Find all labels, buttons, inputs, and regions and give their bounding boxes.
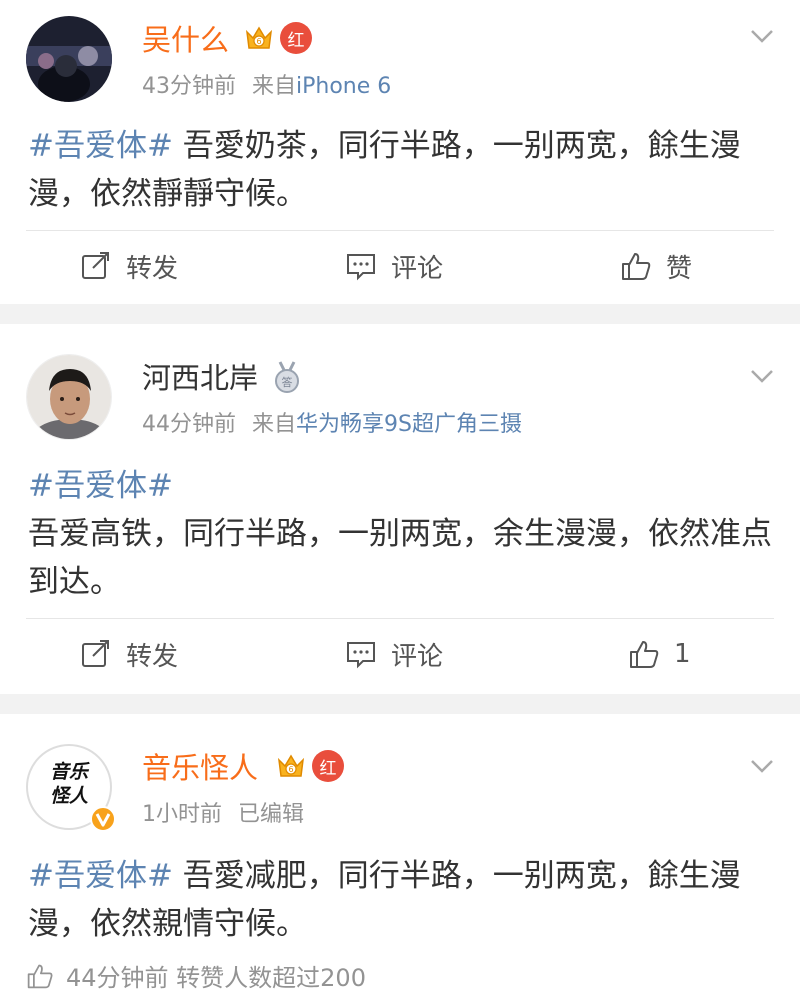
vip-crown-icon[interactable]: 6: [244, 22, 274, 54]
edited-label: 已编辑: [238, 802, 305, 827]
like-icon[interactable]: [26, 962, 54, 990]
source-prefix: 来自: [252, 412, 297, 437]
post-source[interactable]: iPhone 6: [296, 74, 391, 99]
like-label: 赞: [666, 253, 693, 284]
comment-label: 评论: [391, 253, 444, 284]
hashtag-link[interactable]: #吾爱体#: [28, 128, 173, 164]
comment-icon: [347, 642, 375, 669]
username[interactable]: 吴什么: [142, 22, 229, 58]
svg-text:答: 答: [282, 375, 293, 389]
comment-button[interactable]: 评论: [345, 236, 443, 296]
medal-icon[interactable]: 答: [272, 360, 302, 394]
avatar[interactable]: [26, 16, 112, 102]
badges: 6 红: [276, 750, 344, 782]
vip-crown-icon[interactable]: 6: [276, 750, 306, 782]
feed-post-2: 河西北岸 答 44分钟前 来自华为畅享9S超广角三摄 #吾爱体# 吾爱高铁，同行半…: [0, 324, 800, 694]
username[interactable]: 音乐怪人: [142, 750, 258, 786]
post-source[interactable]: 华为畅享9S超广角三摄: [296, 412, 522, 437]
svg-text:6: 6: [256, 37, 261, 46]
like-button[interactable]: 1: [628, 624, 691, 684]
hong-badge-icon[interactable]: 红: [312, 750, 344, 782]
repost-label: 转发: [126, 641, 179, 672]
verified-v-icon: [90, 806, 116, 832]
divider: [26, 230, 774, 231]
like-count: 1: [674, 639, 691, 669]
hashtag-link[interactable]: #吾爱体#: [28, 858, 173, 894]
post-time: 43分钟前: [142, 74, 236, 99]
post-content: #吾爱体# 吾爱高铁，同行半路，一别两宽，余生漫漫，依然准点到达。: [28, 462, 773, 606]
username[interactable]: 河西北岸: [142, 360, 258, 396]
post-meta: 1小时前 已编辑: [142, 796, 304, 828]
repost-label: 转发: [126, 253, 179, 284]
action-bar: 转发 评论 赞: [0, 236, 800, 296]
avatar-logo: 音乐 怪人: [28, 760, 110, 808]
svg-text:6: 6: [288, 765, 293, 774]
avatar-logo-line-1: 音乐: [49, 761, 88, 783]
divider: [26, 618, 774, 619]
source-prefix: 来自: [252, 74, 297, 99]
badges: 答: [272, 360, 302, 394]
badges: 6 红: [244, 22, 312, 54]
repost-button[interactable]: 转发: [80, 236, 178, 296]
post-separator: [0, 694, 800, 714]
like-icon: [630, 641, 659, 668]
hong-badge-icon[interactable]: 红: [280, 22, 312, 54]
like-summary: 44分钟前 转赞人数超过200: [26, 958, 366, 993]
feed-post-1: 吴什么 6 红 43分钟前 来自iPhone 6 #吾爱体# 吾愛奶茶，同行半路，…: [0, 0, 800, 304]
repost-icon: [82, 640, 109, 667]
repost-button[interactable]: 转发: [80, 624, 178, 684]
post-content: #吾爱体# 吾愛减肥，同行半路，一别两宽，餘生漫漫，依然親情守候。: [28, 852, 773, 948]
like-icon: [622, 253, 651, 280]
post-text: 吾爱高铁，同行半路，一别两宽，余生漫漫，依然准点到达。: [28, 516, 772, 600]
comment-icon: [347, 254, 375, 281]
post-time: 1小时前: [142, 802, 222, 827]
chevron-down-icon[interactable]: [750, 758, 774, 774]
post-time: 44分钟前: [142, 412, 236, 437]
post-content: #吾爱体# 吾愛奶茶，同行半路，一别两宽，餘生漫漫，依然靜靜守候。: [28, 122, 773, 218]
post-separator: [0, 304, 800, 324]
like-button[interactable]: 赞: [620, 236, 692, 296]
avatar-logo-line-2: 怪人: [49, 785, 88, 807]
hashtag-link[interactable]: #吾爱体#: [28, 462, 773, 510]
feed-post-3: 音乐 怪人 音乐怪人 6 红 1小时前 已编辑 #吾爱体# 吾愛减肥，同行半路，一…: [0, 714, 800, 996]
action-bar: 转发 评论 1: [0, 624, 800, 684]
post-meta: 43分钟前 来自iPhone 6: [142, 68, 391, 100]
avatar[interactable]: [26, 354, 112, 440]
chevron-down-icon[interactable]: [750, 28, 774, 44]
post-meta: 44分钟前 来自华为畅享9S超广角三摄: [142, 406, 522, 438]
comment-button[interactable]: 评论: [345, 624, 443, 684]
repost-icon: [82, 252, 109, 279]
comment-label: 评论: [391, 641, 444, 672]
chevron-down-icon[interactable]: [750, 368, 774, 384]
like-summary-text: 44分钟前 转赞人数超过200: [66, 964, 366, 992]
